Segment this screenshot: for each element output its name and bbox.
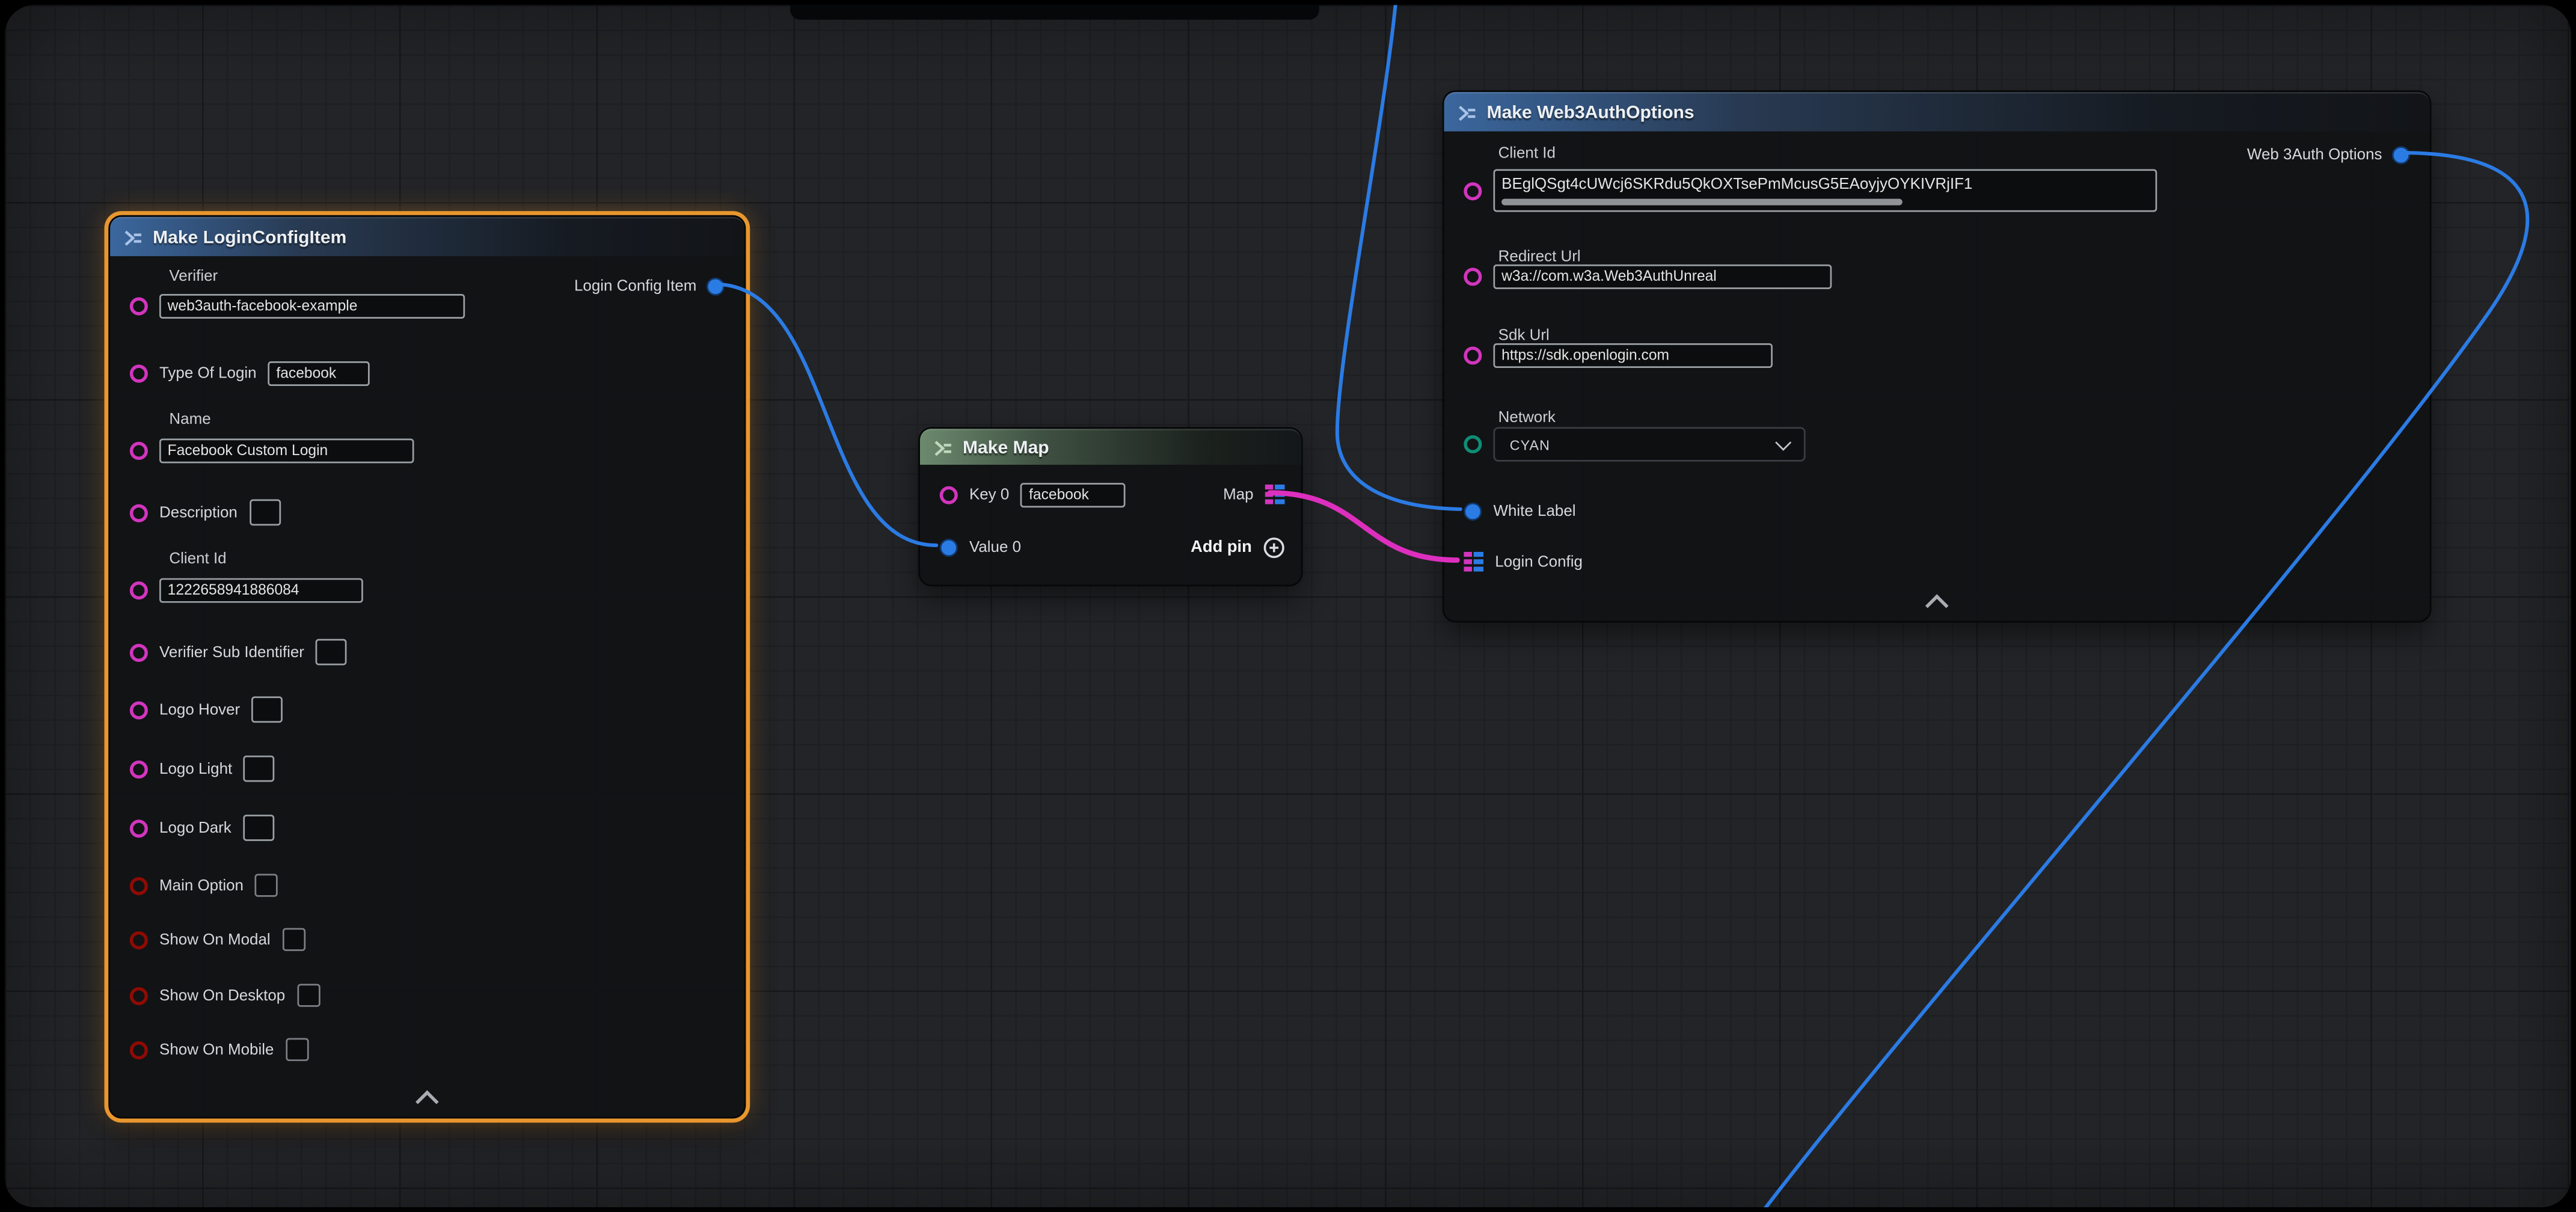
wire-login-config-item-to-value0[interactable] [714, 284, 936, 545]
node-header-make-web3authoptions[interactable]: Make Web3AuthOptions [1444, 92, 2430, 132]
pin-key-0[interactable] [940, 485, 958, 503]
node-title: Make Web3AuthOptions [1487, 103, 1694, 123]
field-label-verifier-sub-identifier: Verifier Sub Identifier [159, 643, 304, 661]
pin-redirect-url[interactable] [1464, 267, 1482, 285]
pin-sdk-url[interactable] [1464, 346, 1482, 364]
field-label-show-on-modal: Show On Modal [159, 931, 271, 949]
make-map-icon [933, 438, 953, 458]
pin-network[interactable] [1464, 435, 1482, 453]
add-pin-label: Add pin [1191, 538, 1252, 556]
pin-type-of-login[interactable] [130, 364, 148, 382]
field-label-verifier: Verifier [169, 268, 218, 286]
field-label-name: Name [169, 411, 210, 429]
description-input[interactable] [249, 500, 280, 526]
client-id-text: BEglQSgt4cUWcj6SKRdu5QkOXTsePmMcusG5EAoy… [1501, 176, 1972, 194]
pin-show-on-desktop[interactable] [130, 987, 148, 1005]
show-on-mobile-checkbox[interactable] [286, 1038, 308, 1061]
field-label-logo-hover: Logo Hover [159, 700, 240, 718]
node-header-make-loginconfigitem[interactable]: Make LoginConfigItem [110, 217, 744, 257]
field-label-value-0: Value 0 [969, 538, 1021, 556]
field-label-login-config: Login Config [1495, 552, 1583, 571]
pin-description[interactable] [130, 503, 148, 521]
field-label-key-0: Key 0 [969, 485, 1009, 503]
pin-value-0[interactable] [940, 538, 958, 556]
type-of-login-input[interactable]: facebook [268, 361, 370, 385]
field-label-description: Description [159, 503, 238, 521]
add-pin-plus-icon [1263, 536, 1285, 558]
client-id-scrollbar[interactable] [1501, 199, 1903, 206]
pin-logo-hover[interactable] [130, 700, 148, 718]
pin-show-on-modal[interactable] [130, 931, 148, 949]
pin-show-on-mobile[interactable] [130, 1041, 148, 1059]
pin-logo-dark[interactable] [130, 819, 148, 837]
chevron-down-icon [1775, 433, 1791, 450]
network-selected-value: CYAN [1510, 436, 1550, 452]
pin-verifier-sub-identifier[interactable] [130, 643, 148, 661]
add-pin-button[interactable]: Add pin [1191, 536, 1284, 558]
blueprint-editor: Make LoginConfigItem Login Config Item V… [0, 0, 2576, 1212]
node-header-make-map[interactable]: Make Map [920, 429, 1301, 465]
field-label-client-id: Client Id [1498, 144, 1556, 162]
field-label-show-on-desktop: Show On Desktop [159, 987, 285, 1005]
pin-logo-light[interactable] [130, 760, 148, 778]
pin-main-option[interactable] [130, 877, 148, 895]
logo-dark-input[interactable] [243, 815, 274, 841]
field-label-type-of-login: Type Of Login [159, 364, 257, 382]
client-id-input[interactable]: BEglQSgt4cUWcj6SKRdu5QkOXTsePmMcusG5EAoy… [1493, 169, 2157, 212]
field-label-white-label: White Label [1493, 502, 1575, 520]
pin-client-id[interactable] [1464, 182, 1482, 200]
node-make-web3authoptions[interactable]: Make Web3AuthOptions Web 3Auth Options C… [1443, 90, 2432, 622]
show-on-desktop-checkbox[interactable] [296, 984, 319, 1007]
client-id-input[interactable]: 1222658941886084 [159, 577, 363, 602]
make-struct-icon [123, 227, 143, 247]
logo-hover-input[interactable] [251, 696, 283, 723]
pin-name[interactable] [130, 441, 148, 459]
pin-login-config[interactable] [1464, 552, 1483, 572]
node-make-loginconfigitem[interactable]: Make LoginConfigItem Login Config Item V… [108, 215, 746, 1119]
network-dropdown[interactable]: CYAN [1493, 427, 1805, 461]
field-label-logo-light: Logo Light [159, 760, 232, 778]
field-label-client-id: Client Id [169, 550, 226, 568]
offscreen-node-edge [790, 5, 1319, 20]
field-label-show-on-mobile: Show On Mobile [159, 1041, 274, 1059]
sdk-url-input[interactable]: https://sdk.openlogin.com [1493, 343, 1772, 367]
output-pin-label: Web 3Auth Options [2247, 145, 2382, 164]
blueprint-canvas[interactable]: Make LoginConfigItem Login Config Item V… [5, 5, 2571, 1207]
verifier-sub-identifier-input[interactable] [316, 639, 347, 666]
collapse-node-button[interactable] [404, 1088, 450, 1107]
collapse-node-button[interactable] [1914, 592, 1960, 611]
field-label-network: Network [1498, 409, 1556, 427]
pin-client-id[interactable] [130, 581, 148, 599]
logo-light-input[interactable] [244, 756, 275, 782]
pin-verifier[interactable] [130, 296, 148, 314]
redirect-url-input[interactable]: w3a://com.w3a.Web3AuthUnreal [1493, 264, 1832, 289]
node-make-map[interactable]: Make Map Key 0 facebook Map [918, 427, 1302, 586]
pin-white-label[interactable] [1464, 502, 1482, 520]
verifier-input[interactable]: web3auth-facebook-example [159, 293, 465, 318]
main-option-checkbox[interactable] [255, 874, 278, 896]
show-on-modal-checkbox[interactable] [282, 928, 305, 951]
name-input[interactable]: Facebook Custom Login [159, 438, 414, 462]
node-title: Make Map [963, 438, 1049, 458]
key-0-input[interactable]: facebook [1020, 482, 1126, 507]
field-label-main-option: Main Option [159, 877, 244, 895]
field-label-logo-dark: Logo Dark [159, 819, 232, 837]
node-title: Make LoginConfigItem [153, 227, 346, 247]
output-pin-label-map: Map [1223, 485, 1254, 503]
make-struct-icon [1457, 103, 1477, 123]
